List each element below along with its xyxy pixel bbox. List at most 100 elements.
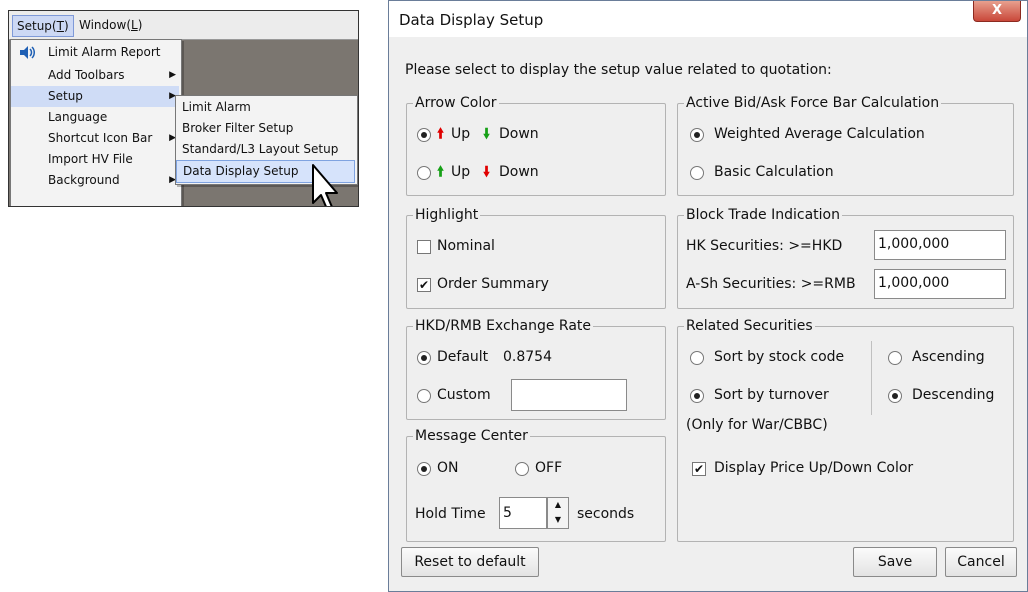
- dialog-prompt: Please select to display the setup value…: [405, 62, 832, 78]
- menu-item-setup[interactable]: Setup ▶: [11, 86, 179, 107]
- related-divider: [871, 341, 872, 415]
- order-summary-label: Order Summary: [437, 276, 549, 292]
- hk-securities-label: HK Securities: >=HKD: [686, 238, 843, 254]
- submenu-item-limit-alarm[interactable]: Limit Alarm: [176, 97, 355, 118]
- display-color-checkbox[interactable]: ✔: [692, 462, 706, 476]
- menu-screenshot: Setup(T) Window(L) Limit Alarm Report Ad…: [8, 10, 359, 207]
- sort-by-code-radio[interactable]: [690, 351, 704, 365]
- menu-item-background[interactable]: Background ▶: [11, 170, 179, 191]
- order-summary-checkbox[interactable]: ✔: [417, 278, 431, 292]
- exchange-default-label: Default: [437, 349, 489, 365]
- weighted-average-label: Weighted Average Calculation: [714, 126, 925, 142]
- cancel-button-label: Cancel: [957, 554, 1005, 570]
- submenu-item-layout-setup[interactable]: Standard/L3 Layout Setup: [176, 139, 355, 160]
- message-on-label: ON: [437, 460, 459, 476]
- hand-cursor-icon: [312, 164, 338, 206]
- sort-by-code-label: Sort by stock code: [714, 349, 845, 365]
- message-center-group: Message Center ON OFF Hold Time 5 ▲ ▼ se…: [406, 427, 666, 542]
- hold-time-label: Hold Time: [415, 506, 486, 522]
- menu-item-limit-alarm-report[interactable]: Limit Alarm Report: [11, 42, 179, 63]
- arrow-option2-down-label: Down: [499, 164, 539, 180]
- arrow-option2-up-label: Up: [451, 164, 471, 180]
- hold-time-value: 5: [503, 505, 512, 521]
- menu-bar: Setup(T) Window(L): [9, 11, 358, 40]
- arrow-color-group: Arrow Color 🠙 Up 🠛 Down 🠙 Up 🠛 Down: [406, 94, 666, 196]
- down-arrow-red-icon: 🠛: [483, 164, 491, 180]
- highlight-group: Highlight Nominal ✔ Order Summary: [406, 206, 666, 309]
- weighted-average-radio[interactable]: [690, 128, 704, 142]
- close-icon: X: [991, 3, 1003, 18]
- hk-threshold-input[interactable]: 1,000,000: [874, 230, 1006, 260]
- reset-button[interactable]: Reset to default: [401, 547, 539, 577]
- sort-by-turnover-radio[interactable]: [690, 389, 704, 403]
- menu-item-import-hv-file[interactable]: Import HV File: [11, 149, 179, 170]
- hold-time-input[interactable]: 5: [499, 497, 547, 529]
- arrow-option1-down-label: Down: [499, 126, 539, 142]
- hold-time-stepper[interactable]: ▲ ▼: [547, 497, 569, 529]
- up-arrow-red-icon: 🠙: [437, 126, 445, 142]
- menu-item-label: Add Toolbars: [48, 68, 125, 82]
- exchange-custom-label: Custom: [437, 387, 491, 403]
- exchange-rate-label: HKD/RMB Exchange Rate: [413, 317, 594, 335]
- menu-setup[interactable]: Setup(T): [12, 15, 74, 37]
- related-securities-group: Related Securities Sort by stock code So…: [677, 317, 1014, 542]
- exchange-rate-group: HKD/RMB Exchange Rate Default 0.8754 Cus…: [406, 317, 666, 420]
- submenu-item-broker-filter[interactable]: Broker Filter Setup: [176, 118, 355, 139]
- message-on-radio[interactable]: [417, 462, 431, 476]
- menu-window[interactable]: Window(L): [75, 15, 146, 35]
- block-trade-group: Block Trade Indication HK Securities: >=…: [677, 206, 1014, 309]
- force-bar-label: Active Bid/Ask Force Bar Calculation: [684, 94, 942, 112]
- submenu-item-label: Limit Alarm: [182, 100, 251, 114]
- speaker-icon: [20, 46, 35, 59]
- ash-threshold-input[interactable]: 1,000,000: [874, 269, 1006, 299]
- checkmark-icon: ✔: [418, 278, 430, 292]
- block-trade-label: Block Trade Indication: [684, 206, 842, 224]
- related-securities-label: Related Securities: [684, 317, 815, 335]
- message-center-label: Message Center: [413, 427, 530, 445]
- menu-item-label: Limit Alarm Report: [48, 45, 161, 59]
- descending-radio[interactable]: [888, 389, 902, 403]
- submenu-item-label: Standard/L3 Layout Setup: [182, 142, 339, 156]
- close-button[interactable]: X: [973, 1, 1021, 22]
- submenu-item-label: Broker Filter Setup: [182, 121, 294, 135]
- descending-label: Descending: [912, 387, 995, 403]
- submenu-item-label: Data Display Setup: [183, 164, 299, 178]
- ascending-label: Ascending: [912, 349, 985, 365]
- ash-securities-label: A-Sh Securities: >=RMB: [686, 276, 856, 292]
- exchange-default-value: 0.8754: [503, 349, 552, 365]
- reset-button-label: Reset to default: [414, 554, 526, 570]
- menu-item-label: Language: [48, 110, 108, 124]
- menu-item-shortcut-icon-bar[interactable]: Shortcut Icon Bar ▶: [11, 128, 179, 149]
- sort-by-turnover-label: Sort by turnover: [714, 387, 829, 403]
- stepper-up-icon[interactable]: ▲: [548, 498, 568, 512]
- basic-calculation-radio[interactable]: [690, 166, 704, 180]
- menu-item-label: Import HV File: [48, 152, 133, 166]
- message-off-radio[interactable]: [515, 462, 529, 476]
- exchange-default-radio[interactable]: [417, 351, 431, 365]
- arrow-color-option1-radio[interactable]: [417, 128, 431, 142]
- cancel-button[interactable]: Cancel: [945, 547, 1017, 577]
- menu-setup-paren: ): [63, 19, 69, 33]
- down-arrow-green-icon: 🠛: [483, 126, 491, 142]
- checkmark-icon: ✔: [693, 462, 705, 476]
- ash-threshold-value: 1,000,000: [878, 275, 950, 291]
- only-for-note: (Only for War/CBBC): [686, 417, 828, 433]
- dialog-content: Please select to display the setup value…: [389, 37, 1027, 591]
- stepper-down-icon[interactable]: ▼: [548, 513, 568, 527]
- ascending-radio[interactable]: [888, 351, 902, 365]
- menu-item-add-toolbars[interactable]: Add Toolbars ▶: [11, 65, 179, 86]
- menu-item-language[interactable]: Language: [11, 107, 179, 128]
- exchange-custom-input[interactable]: [511, 379, 627, 411]
- save-button[interactable]: Save: [853, 547, 937, 577]
- exchange-custom-radio[interactable]: [417, 389, 431, 403]
- arrow-color-label: Arrow Color: [413, 94, 499, 112]
- menu-setup-label: Setup(: [17, 19, 57, 33]
- menu-window-paren: ): [137, 18, 143, 32]
- arrow-color-option2-radio[interactable]: [417, 166, 431, 180]
- dialog-title: Data Display Setup: [399, 11, 544, 29]
- seconds-label: seconds: [577, 506, 635, 522]
- nominal-checkbox[interactable]: [417, 240, 431, 254]
- setup-dropdown: Limit Alarm Report Add Toolbars ▶ Setup ▶ …: [10, 39, 182, 206]
- display-color-label: Display Price Up/Down Color: [714, 460, 914, 476]
- message-off-label: OFF: [535, 460, 563, 476]
